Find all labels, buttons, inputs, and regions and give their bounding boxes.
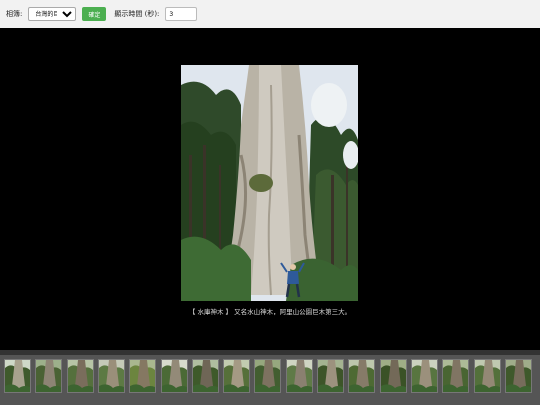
thumbnail-15[interactable] <box>442 359 470 393</box>
thumbnail-7[interactable] <box>191 359 219 393</box>
thumbnail-10[interactable] <box>285 359 313 393</box>
thumbnail-12[interactable] <box>348 359 376 393</box>
interval-input[interactable] <box>165 7 198 21</box>
thumbnail-13[interactable] <box>379 359 407 393</box>
thumbnail-6[interactable] <box>160 359 188 393</box>
thumbnail-1[interactable] <box>4 359 31 393</box>
slideshow-stage: 【 水庫神木 】 又名水山神木，阿里山公園巨木第三大。 <box>0 28 540 350</box>
theme-label: 相簿: <box>6 10 23 18</box>
thumbnail-17[interactable] <box>504 359 532 393</box>
interval-label: 顯示時間 (秒): <box>114 10 160 18</box>
tree-photo-image <box>181 65 358 301</box>
confirm-button[interactable]: 確定 <box>82 7 107 21</box>
thumbnail-14[interactable] <box>410 359 438 393</box>
thumbnail-9[interactable] <box>254 359 282 393</box>
toolbar: 相簿: 台灣的巨樹 確定 顯示時間 (秒): <box>0 0 540 28</box>
thumbnail-4[interactable] <box>97 359 125 393</box>
strip-divider <box>0 350 540 355</box>
main-photo[interactable] <box>181 65 358 301</box>
theme-select[interactable]: 台灣的巨樹 <box>28 7 77 21</box>
thumbnail-3[interactable] <box>66 359 94 393</box>
thumbnail-strip <box>0 350 540 405</box>
thumbnail-8[interactable] <box>223 359 251 393</box>
thumbnail-5[interactable] <box>129 359 157 393</box>
photo-caption: 【 水庫神木 】 又名水山神木，阿里山公園巨木第三大。 <box>188 308 352 316</box>
thumbnail-16[interactable] <box>473 359 501 393</box>
thumbnail-2[interactable] <box>35 359 63 393</box>
thumbnail-11[interactable] <box>317 359 344 393</box>
